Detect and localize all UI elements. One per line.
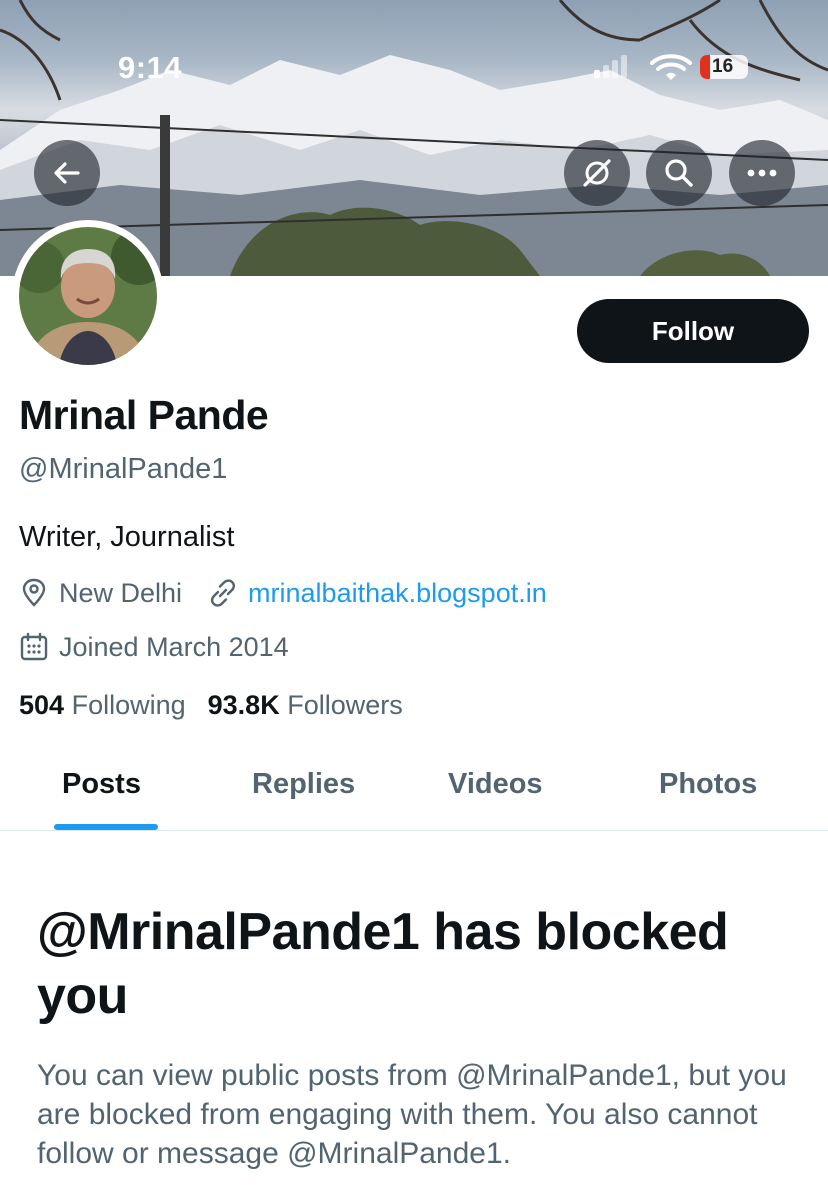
profile-location: New Delhi — [59, 577, 183, 608]
following-count: 504 — [19, 690, 65, 720]
back-button[interactable] — [34, 140, 100, 206]
more-icon — [747, 169, 777, 177]
avatar-image — [19, 227, 157, 365]
cellular-signal-icon — [594, 55, 627, 78]
profile-joined-date: Joined March 2014 — [59, 631, 289, 662]
battery-level: 16 — [712, 56, 734, 77]
profile-handle: @MrinalPande1 — [19, 453, 228, 485]
grok-button[interactable] — [564, 140, 630, 206]
following-link[interactable]: 504 Following — [19, 690, 186, 721]
tab-photos[interactable]: Photos — [659, 768, 757, 801]
profile-tabs: Posts Replies Videos Photos — [0, 752, 828, 830]
battery-icon: 16 — [700, 55, 748, 79]
profile-bio: Writer, Journalist — [19, 521, 235, 553]
tab-divider — [0, 830, 828, 831]
location-pin-icon — [19, 578, 49, 608]
profile-website-link[interactable]: mrinalbaithak.blogspot.in — [248, 578, 547, 609]
calendar-icon — [19, 632, 49, 662]
more-button[interactable] — [729, 140, 795, 206]
link-icon — [208, 578, 238, 608]
followers-link[interactable]: 93.8K Followers — [208, 690, 403, 721]
following-label: Following — [71, 690, 186, 720]
profile-counts: 504 Following 93.8K Followers — [19, 690, 403, 721]
tab-videos[interactable]: Videos — [448, 768, 543, 801]
profile-name: Mrinal Pande — [19, 392, 269, 438]
wifi-icon — [650, 54, 692, 80]
blocked-title: @MrinalPande1 has blocked you — [37, 903, 729, 1025]
search-icon — [665, 159, 693, 187]
follow-button[interactable]: Follow — [577, 299, 809, 363]
grok-icon — [583, 159, 611, 187]
status-time: 9:14 — [118, 50, 183, 85]
profile-avatar[interactable] — [12, 220, 164, 372]
tab-replies[interactable]: Replies — [252, 768, 355, 801]
back-arrow-icon — [54, 162, 80, 184]
tab-posts[interactable]: Posts — [62, 768, 141, 801]
followers-label: Followers — [287, 690, 403, 720]
followers-count: 93.8K — [207, 690, 280, 720]
blocked-description: You can view public posts from @MrinalPa… — [37, 1059, 787, 1170]
profile-meta-location-website: New Delhi mrinalbaithak.blogspot.in — [19, 576, 547, 610]
search-button[interactable] — [646, 140, 712, 206]
profile-meta-joined: Joined March 2014 — [19, 630, 289, 664]
